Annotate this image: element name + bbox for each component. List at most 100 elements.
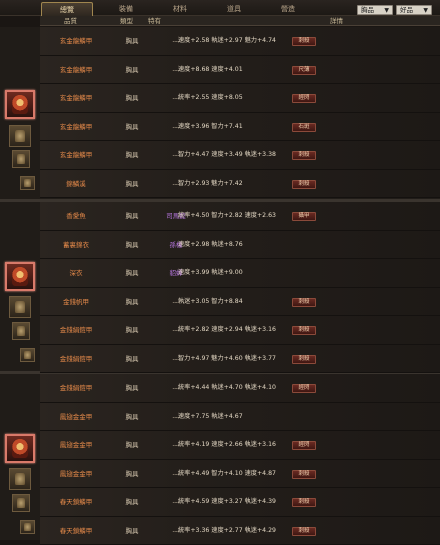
armor-icon[interactable] (12, 322, 30, 340)
skill-badge: 經閃 (292, 384, 316, 393)
tab-bar: 總覽 裝備 材料 道具 營造 胸品 ▼ 好品▼ (0, 0, 440, 16)
skill-badge: 刺殺 (292, 527, 316, 536)
filter-dropdown-category[interactable]: 胸品 ▼ (357, 5, 393, 15)
table-row[interactable]: 蓄裏錦衣胸具孫權速度+2.98 執迷+8.76 (40, 231, 440, 260)
tab-materials[interactable]: 材料 (158, 2, 202, 16)
table-row[interactable]: 金錢絹鎧甲胸具---統率+2.82 速度+2.94 執迷+3.16刺殺 (40, 316, 440, 345)
table-row[interactable]: 鳳翅金金甲胸具---統率+4.19 速度+2.66 執迷+3.16經閃 (40, 431, 440, 460)
table-row[interactable]: 鳳翅金金甲胸具---統率+4.49 智力+4.10 速度+4.87刺殺 (40, 460, 440, 489)
skill-badge: 刺殺 (292, 498, 316, 507)
item-name: 金錢絹鎧甲 (40, 374, 112, 402)
tab-items[interactable]: 道具 (212, 2, 256, 16)
armor-icon[interactable] (12, 494, 30, 512)
table-row[interactable]: 春天鎖鱗甲胸具---統率+4.59 速度+3.27 執迷+4.39刺殺 (40, 488, 440, 517)
filter-dropdown-quality[interactable]: 好品▼ (396, 5, 432, 15)
item-type: 胸具 (112, 488, 152, 516)
table-row[interactable]: 金錢絹鎧甲胸具---統率+4.44 執迷+4.70 執迷+4.10經閃 (40, 374, 440, 403)
item-name: 鳳翅金金甲 (40, 403, 112, 431)
item-stats: 智力+2.93 魅力+7.42 (178, 170, 298, 198)
armor-icon[interactable] (9, 296, 31, 318)
table-row[interactable]: 香愛魚胸具司馬懿統率+4.50 智力+2.82 速度+2.63攝甲 (40, 202, 440, 231)
item-type: 胸具 (112, 170, 152, 198)
table-row[interactable]: 玄金龍鱗甲胸具---智力+4.47 速度+3.49 執迷+3.38刺殺 (40, 141, 440, 170)
table-row[interactable]: 深衣胸具貂蟬速度+3.99 執迷+9.00 (40, 259, 440, 288)
table-row[interactable]: 金錢絹鎧甲胸具---智力+4.97 魅力+4.60 執迷+3.77刺殺 (40, 345, 440, 374)
item-type: 胸具 (112, 27, 152, 55)
tab-construction[interactable]: 營造 (266, 2, 310, 16)
armor-selected-icon[interactable] (5, 434, 35, 463)
tab-overview[interactable]: 總覽 (41, 2, 93, 16)
item-name: 深衣 (40, 259, 112, 287)
tab-equipment[interactable]: 裝備 (104, 2, 148, 16)
item-type: 胸具 (112, 460, 152, 488)
item-type: 胸具 (112, 345, 152, 373)
item-name: 春天鎖鱗甲 (40, 517, 112, 545)
item-type: 胸具 (112, 288, 152, 316)
skill-badge: 經閃 (292, 441, 316, 450)
item-type: 胸具 (112, 403, 152, 431)
skill-badge: 刺殺 (292, 470, 316, 479)
table-row[interactable]: 鳳翅金金甲胸具---速度+7.75 執迷+4.67 (40, 403, 440, 432)
item-type: 胸具 (112, 231, 152, 259)
table-row[interactable]: 玄金龍鱗甲胸具---速度+8.68 速度+4.01尺薄 (40, 56, 440, 85)
item-type: 胸具 (112, 374, 152, 402)
item-name: 錦鱗溪 (40, 170, 112, 198)
item-type: 胸具 (112, 259, 152, 287)
table-row[interactable]: 玄金龍鱗甲胸具---速度+2.58 執迷+2.97 魅力+4.74刺殺 (40, 27, 440, 56)
item-type: 胸具 (112, 431, 152, 459)
item-type: 胸具 (112, 141, 152, 169)
item-name: 玄金龍鱗甲 (40, 113, 112, 141)
item-name: 鳳翅金金甲 (40, 431, 112, 459)
item-stats: 統率+4.44 執迷+4.70 執迷+4.10 (178, 374, 298, 402)
armor-icon[interactable] (20, 176, 35, 190)
skill-badge: 刺殺 (292, 326, 316, 335)
item-stats: 智力+4.97 魅力+4.60 執迷+3.77 (178, 345, 298, 373)
item-stats: 統率+4.50 智力+2.82 速度+2.63 (178, 202, 298, 230)
skill-badge: 刺殺 (292, 151, 316, 160)
item-stats: 速度+2.98 執迷+8.76 (178, 231, 298, 259)
table-row[interactable]: 金錢帆甲胸具---執迷+3.05 智力+8.84刺殺 (40, 288, 440, 317)
skill-badge: 攝甲 (292, 212, 316, 221)
armor-icon[interactable] (20, 520, 35, 534)
item-name: 金錢帆甲 (40, 288, 112, 316)
item-name: 金錢絹鎧甲 (40, 316, 112, 344)
item-stats: 統率+2.55 速度+8.05 (178, 84, 298, 112)
item-stats: 統率+4.19 速度+2.66 執迷+3.16 (178, 431, 298, 459)
item-type: 胸具 (112, 316, 152, 344)
item-name: 春天鎖鱗甲 (40, 488, 112, 516)
item-name: 金錢絹鎧甲 (40, 345, 112, 373)
armor-selected-icon[interactable] (5, 262, 35, 291)
item-name: 玄金龍鱗甲 (40, 56, 112, 84)
table-row[interactable]: 玄金龍鱗甲胸具---統率+2.55 速度+8.05經閃 (40, 84, 440, 113)
item-stats: 智力+4.47 速度+3.49 執迷+3.38 (178, 141, 298, 169)
armor-icon[interactable] (12, 150, 30, 168)
item-stats: 速度+2.58 執迷+2.97 魅力+4.74 (178, 27, 298, 55)
item-name: 玄金龍鱗甲 (40, 27, 112, 55)
item-stats: 速度+8.68 速度+4.01 (178, 56, 298, 84)
header-type: 類型 (120, 16, 133, 26)
armor-selected-icon[interactable] (5, 90, 35, 119)
item-stats: 統率+2.82 速度+2.94 執迷+3.16 (178, 316, 298, 344)
armor-icon[interactable] (20, 348, 35, 362)
skill-badge: 石斑 (292, 123, 316, 132)
skill-badge: 刺殺 (292, 180, 316, 189)
dropdown-label: 胸品 (361, 6, 374, 14)
chevron-down-icon: ▼ (384, 6, 389, 15)
item-type: 胸具 (112, 202, 152, 230)
armor-icon[interactable] (9, 125, 31, 147)
skill-badge: 刺殺 (292, 37, 316, 46)
skill-badge: 經閃 (292, 94, 316, 103)
item-stats: 速度+7.75 執迷+4.67 (178, 403, 298, 431)
item-stats: 執迷+3.05 智力+8.84 (178, 288, 298, 316)
item-name: 蓄裏錦衣 (40, 231, 112, 259)
table-row[interactable]: 錦鱗溪胸具---智力+2.93 魅力+7.42刺殺 (40, 170, 440, 199)
item-type: 胸具 (112, 56, 152, 84)
item-name: 玄金龍鱗甲 (40, 84, 112, 112)
item-name: 鳳翅金金甲 (40, 460, 112, 488)
item-stats: 速度+3.99 執迷+9.00 (178, 259, 298, 287)
table-row[interactable]: 玄金龍鱗甲胸具---速度+3.96 智力+7.41石斑 (40, 113, 440, 142)
chevron-down-icon: ▼ (423, 6, 428, 15)
armor-icon[interactable] (9, 468, 31, 490)
table-row[interactable]: 春天鎖鱗甲胸具---統率+3.36 速度+2.77 執迷+4.29刺殺 (40, 517, 440, 545)
item-type: 胸具 (112, 517, 152, 545)
